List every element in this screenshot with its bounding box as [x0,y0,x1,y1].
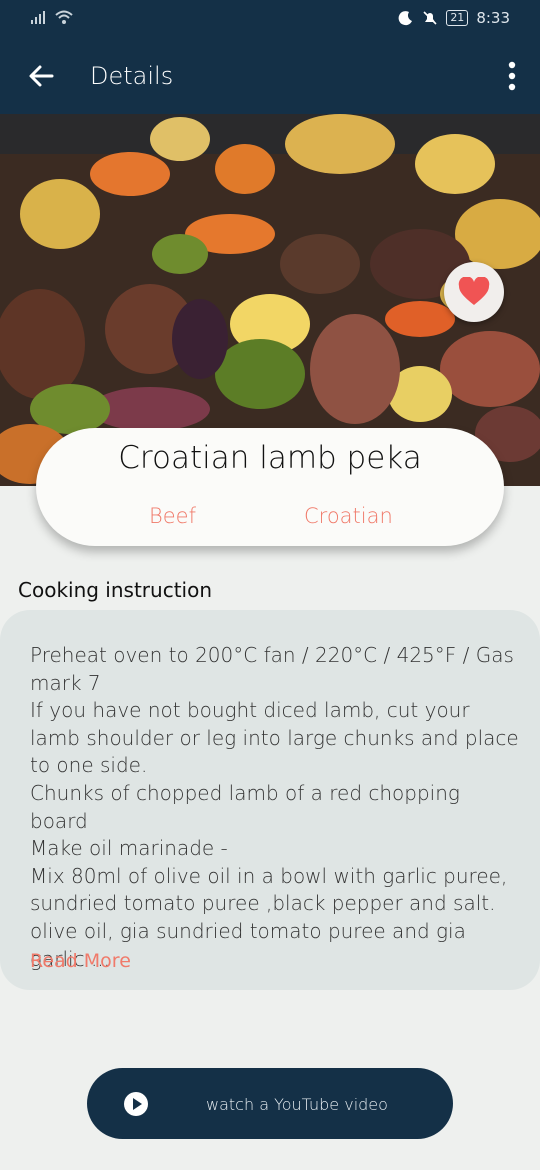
battery-level: 21 [450,11,465,24]
favorite-button[interactable] [444,262,504,322]
clock: 8:33 [476,9,510,27]
play-icon [124,1092,148,1116]
moon-icon [398,11,413,26]
back-arrow-icon[interactable] [26,60,58,92]
mute-icon [423,11,437,25]
app-bar: Details [0,38,540,114]
recipe-area: Croatian [304,504,393,528]
recipe-info-card: Croatian lamb peka Beef Croatian [36,428,504,546]
page-title: Details [90,62,174,90]
battery-icon: 21 [446,10,469,26]
status-right: 21 8:33 [398,9,510,27]
more-vert-icon[interactable] [506,60,518,92]
instructions-panel: Preheat oven to 200°C fan / 220°C / 425°… [0,610,540,990]
recipe-name: Croatian lamb peka [118,440,422,476]
heart-icon [458,277,490,305]
status-left [30,9,74,25]
youtube-button-label: watch a YouTube video [206,1095,388,1114]
signal-icon [31,11,45,24]
status-bar: 21 8:33 [0,0,540,38]
recipe-category: Beef [149,504,196,528]
read-more-link[interactable]: Read More [30,950,131,972]
youtube-button[interactable]: watch a YouTube video [87,1068,453,1139]
instructions-heading: Cooking instruction [18,578,213,602]
instructions-text: Preheat oven to 200°C fan / 220°C / 425°… [30,643,519,971]
wifi-icon [55,10,73,24]
